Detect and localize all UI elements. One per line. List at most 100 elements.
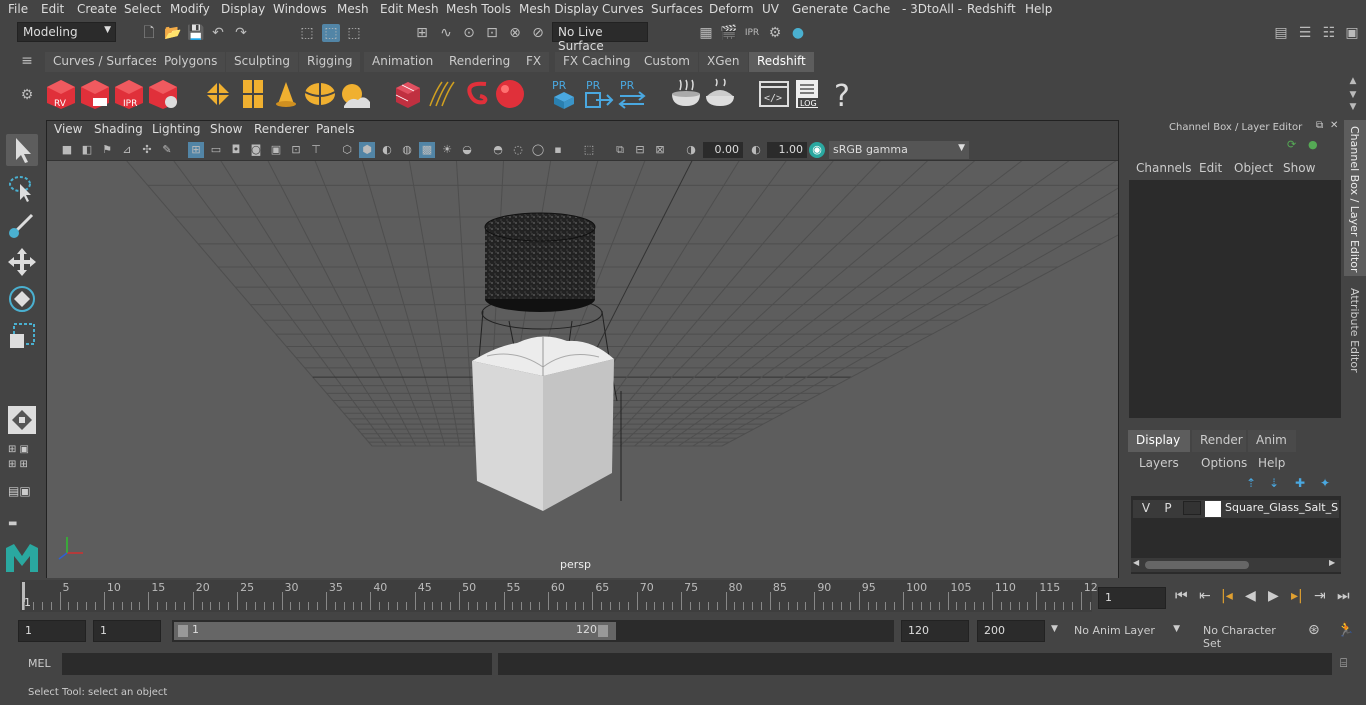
redshift-ies-light-icon[interactable] [304,78,336,110]
redshift-render-view-icon[interactable]: RV [45,78,77,110]
move-layer-down-icon[interactable]: ⇣ [1269,476,1279,490]
cb-menu-edit[interactable]: Edit [1199,161,1222,175]
redshift-proxy-import-icon[interactable]: PR [582,78,614,110]
range-current-field[interactable]: 1 [93,620,161,642]
anim-layer-dropdown[interactable]: No Anim Layer ▼ [1068,620,1180,642]
range-slider-track[interactable]: 1 120 [172,620,894,642]
range-slider-handle[interactable]: 1 120 [174,622,616,640]
depth-of-field-icon[interactable]: ▪ [550,142,566,158]
bookmark-icon[interactable]: ⚑ [99,142,115,158]
redshift-area-light-icon[interactable] [237,78,269,110]
step-back-key-icon[interactable]: ⇤ [1199,588,1211,604]
use-all-lights-icon[interactable]: ☀ [439,142,455,158]
preferences-runner-icon[interactable]: 🏃 [1337,622,1354,638]
resolution-gate-icon[interactable]: ◘ [228,142,244,158]
redshift-batch-render-icon[interactable] [79,78,111,110]
menu-select[interactable]: Select [124,2,161,16]
smooth-shade-icon[interactable]: ⬢ [359,142,375,158]
shelf-menu-icon[interactable]: ≡ [18,52,36,70]
gamma-icon[interactable]: ◐ [748,142,764,158]
menu-modify[interactable]: Modify [170,2,210,16]
grid-toggle-icon[interactable]: ⊞ [188,142,204,158]
redshift-material-pie-icon[interactable] [704,78,736,110]
character-set-dropdown[interactable]: No Character Set [1197,620,1299,650]
auto-key-icon[interactable]: ⊛ [1308,622,1320,638]
mel-input[interactable] [62,653,492,675]
redo-icon[interactable]: ↷ [232,24,250,42]
menu-windows[interactable]: Windows [273,2,327,16]
layer-visibility-toggle[interactable]: V [1137,501,1155,515]
range-handle-left[interactable] [178,625,188,637]
menu-redshift[interactable]: Redshift [967,2,1016,16]
menu-surfaces[interactable]: Surfaces [651,2,703,16]
live-surface-field[interactable]: No Live Surface [552,22,648,53]
colorspace-dropdown[interactable]: sRGB gamma ▼ [829,141,969,159]
tab-rigging[interactable]: Rigging [299,52,361,72]
redshift-volume-icon[interactable] [392,78,424,110]
outliner-layout-icon[interactable]: ▤▣ [8,484,36,508]
scale-tool-icon[interactable] [6,320,38,352]
redshift-hair-icon[interactable] [426,78,458,110]
scroll-left-icon[interactable]: ◀ [1133,558,1139,567]
redshift-render-settings-icon[interactable] [147,78,179,110]
step-forward-frame-icon[interactable]: ▸| [1291,588,1303,604]
ipr-render-icon[interactable]: IPR [743,24,761,42]
xray-active-icon[interactable]: ⊠ [652,142,668,158]
snap-together-icon[interactable] [6,404,38,436]
range-max-field[interactable]: 200 [977,620,1045,642]
layer-menu-layers[interactable]: Layers [1139,456,1179,470]
undo-icon[interactable]: ↶ [209,24,227,42]
menu-file[interactable]: File [8,2,28,16]
textured-icon[interactable]: ▩ [419,142,435,158]
menu-3dtoall[interactable]: - 3DtoAll - [902,2,962,16]
redshift-proxy-swap-icon[interactable]: PR [616,78,648,110]
layer-scrollbar[interactable]: ◀ ▶ [1131,558,1341,572]
layer-name[interactable]: Square_Glass_Salt_Sha [1225,501,1339,514]
snap-point-icon[interactable]: ⊙ [460,24,478,42]
script-editor-icon[interactable]: ⌸ [1340,656,1347,671]
gamma-field[interactable]: 1.00 [767,142,807,158]
play-backwards-icon[interactable]: ◀ [1245,588,1256,604]
channel-box-key-icon[interactable]: ● [1308,138,1318,151]
mel-label[interactable]: MEL [28,657,51,670]
wireframe-on-shaded-icon[interactable]: ◍ [399,142,415,158]
tab-xgen[interactable]: XGen [699,52,748,72]
screen-space-ao-icon[interactable]: ◓ [490,142,506,158]
layer-menu-help[interactable]: Help [1258,456,1285,470]
snap-grid-icon[interactable]: ⊞ [413,24,431,42]
vp-menu-view[interactable]: View [54,122,82,136]
new-layer-selected-icon[interactable]: ✦ [1320,476,1330,490]
render-view-icon[interactable]: ▦ [697,24,715,42]
channel-list-area[interactable] [1129,180,1341,418]
menu-generate[interactable]: Generate [792,2,848,16]
channel-box-toggle-icon[interactable]: ▣ [1343,24,1361,42]
vp-menu-renderer[interactable]: Renderer [254,122,309,136]
motion-blur-icon[interactable]: ◌ [510,142,526,158]
vp-menu-show[interactable]: Show [210,122,242,136]
attribute-editor-toggle-icon[interactable]: ☷ [1320,24,1338,42]
menu-edit[interactable]: Edit [41,2,64,16]
redshift-log-icon[interactable]: LOG [792,78,824,110]
camera-attributes-icon[interactable]: ◧ [79,142,95,158]
cb-menu-object[interactable]: Object [1234,161,1273,175]
save-scene-icon[interactable]: 💾 [187,24,205,42]
wireframe-icon[interactable]: ⬡ [339,142,355,158]
menu-cache[interactable]: Cache [853,2,890,16]
menu-mesh-display[interactable]: Mesh Display [519,2,599,16]
tab-rendering[interactable]: Rendering [441,52,519,72]
select-component-icon[interactable]: ⬚ [345,24,363,42]
select-object-icon[interactable]: ⬚ [322,24,340,42]
2d-pan-zoom-icon[interactable]: ✣ [139,142,155,158]
mode-dropdown[interactable]: Modeling ▼ [17,22,116,42]
redshift-ipr-icon[interactable]: IPR [113,78,145,110]
vp-menu-lighting[interactable]: Lighting [152,122,201,136]
time-slider[interactable]: 1 5 10 15 20 25 30 35 40 45 50 55 60 65 70 75 80 85 90 95 1… [0,580,1366,616]
tab-attribute-editor[interactable]: Attribute Editor [1344,284,1366,380]
layer-scroll-thumb[interactable] [1145,561,1249,569]
redshift-sun-sky-icon[interactable] [338,78,370,110]
xray-joints-icon[interactable]: ⊟ [632,142,648,158]
scene-view[interactable] [47,161,1118,578]
viewport-canvas[interactable]: persp [47,161,1118,578]
open-scene-icon[interactable]: 📂 [164,24,182,42]
four-pane-layout-icon[interactable]: ⊞ ⊞ [8,459,36,473]
